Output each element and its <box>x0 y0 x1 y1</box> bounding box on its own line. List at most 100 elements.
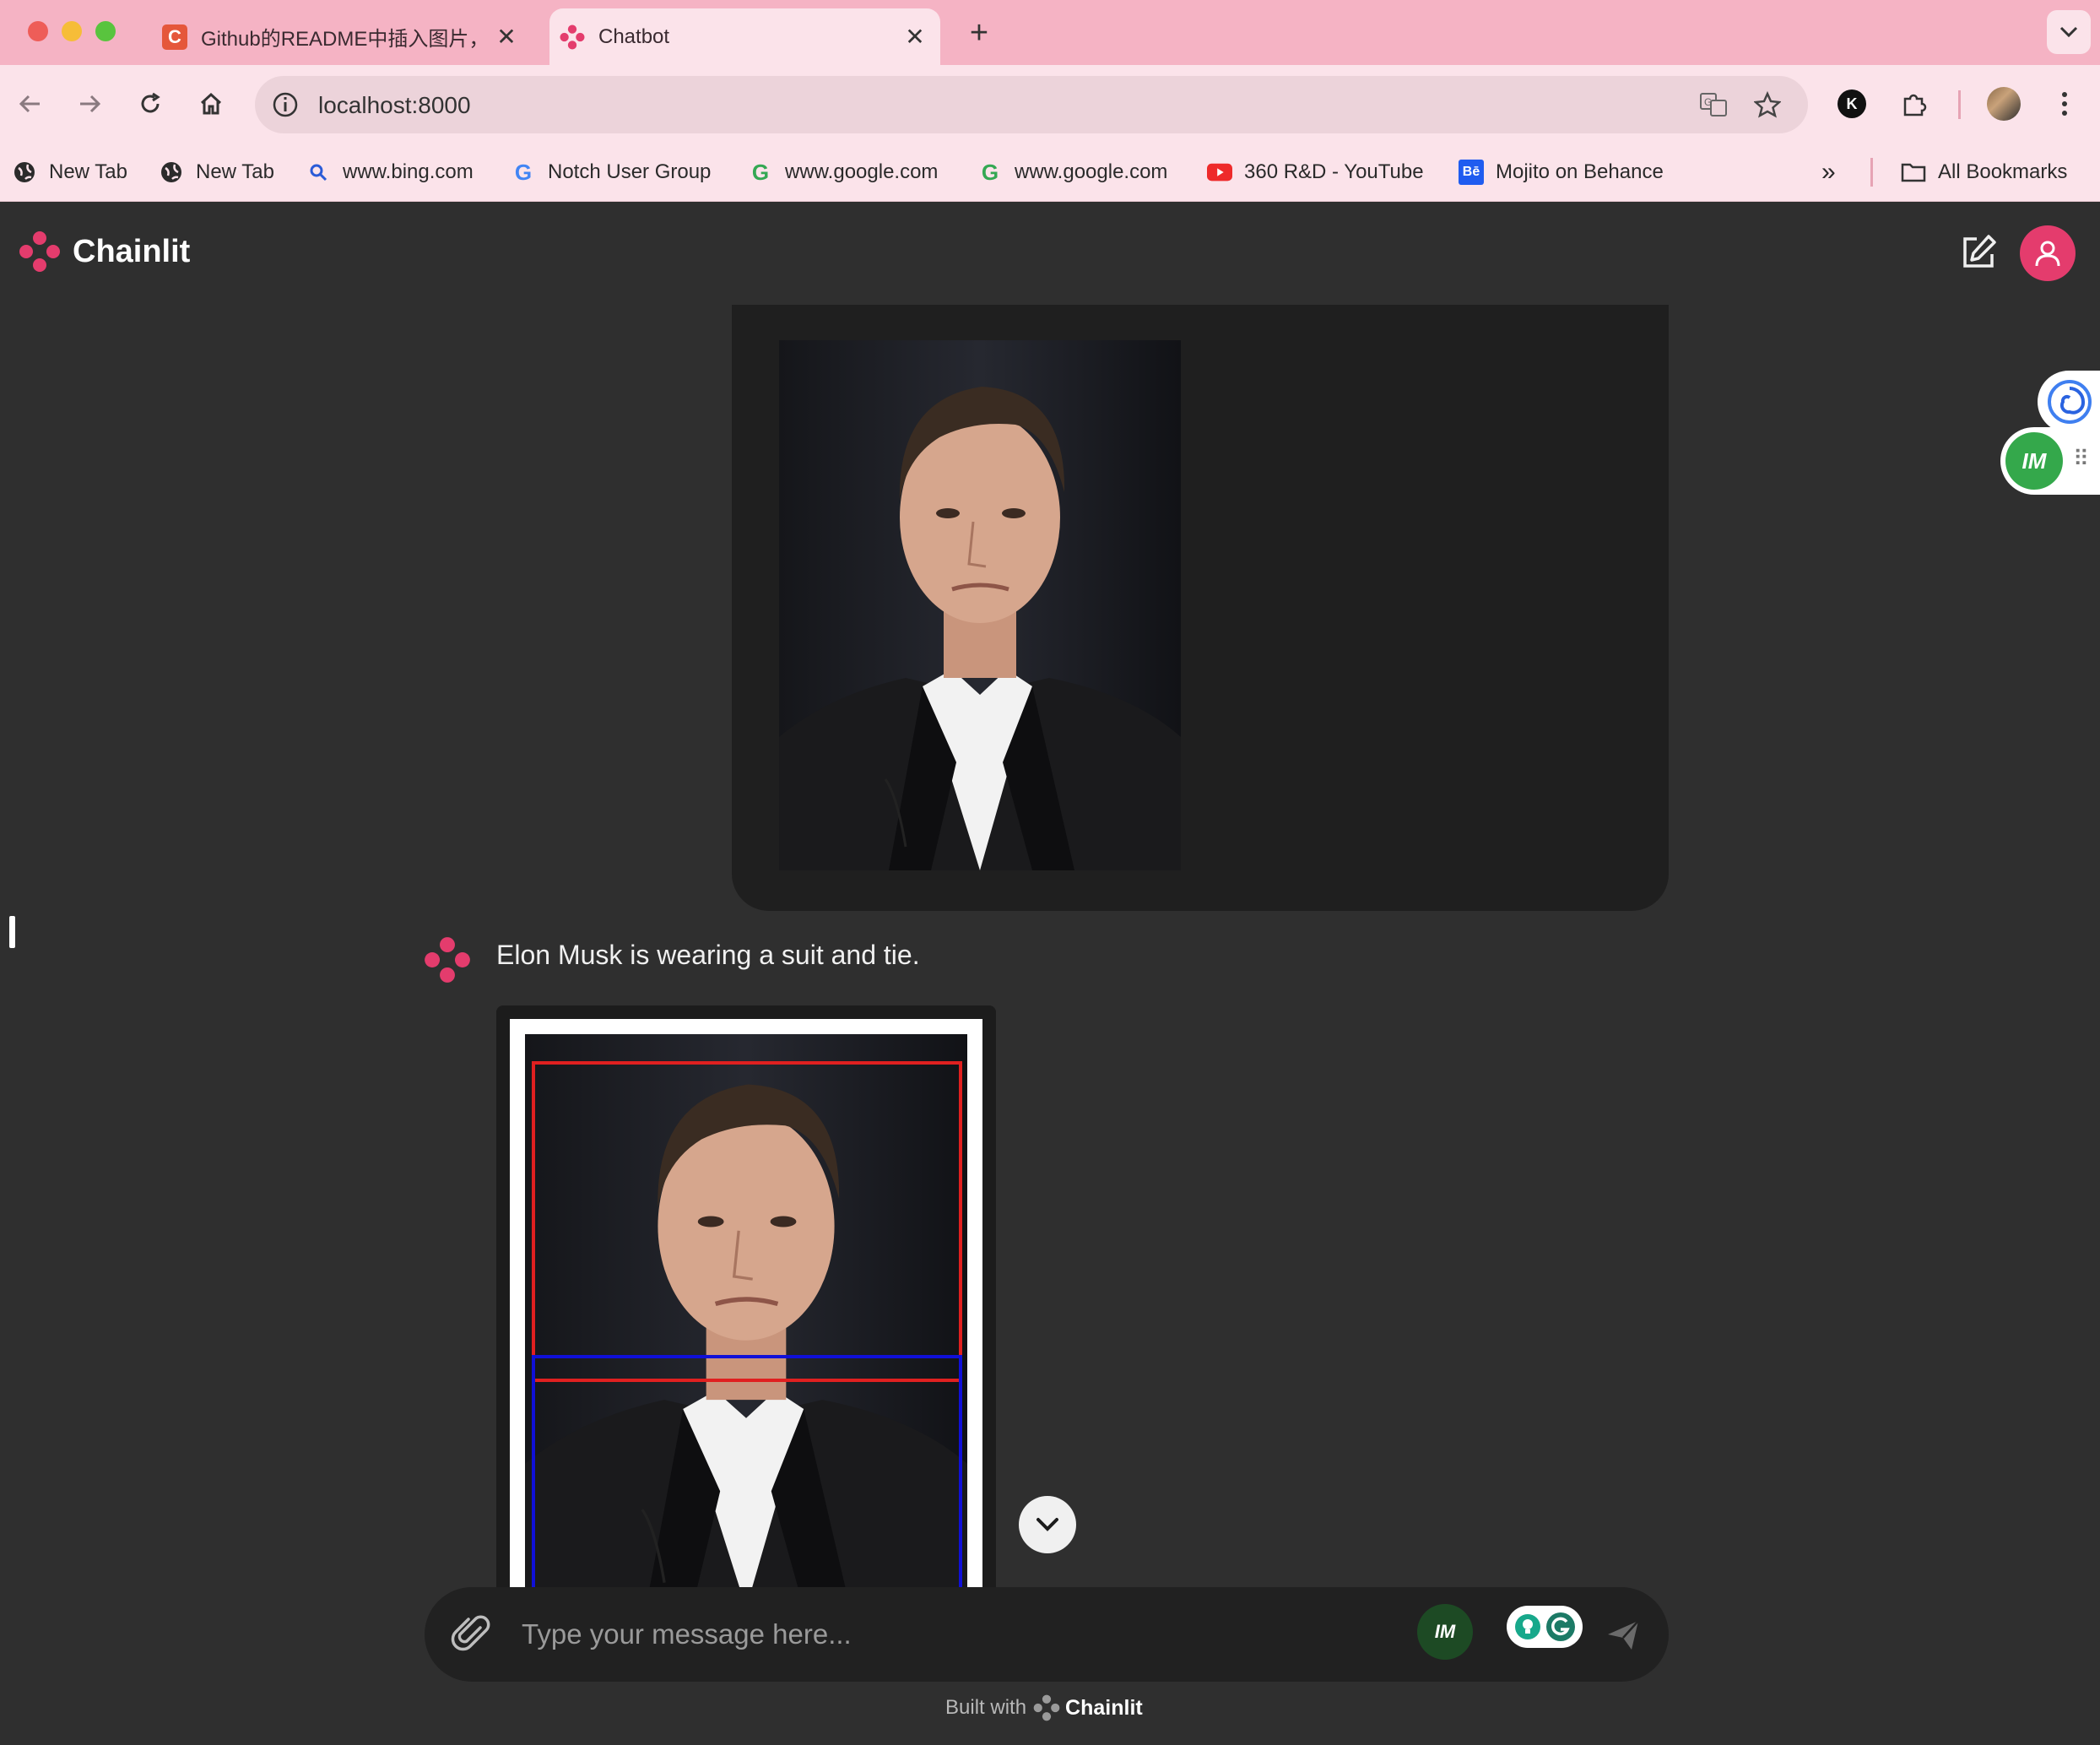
grammarly-icon <box>1545 1612 1575 1641</box>
im-extension-button[interactable]: IM <box>1417 1604 1473 1660</box>
back-button[interactable] <box>8 82 52 126</box>
bookmark-label: www.bing.com <box>343 160 474 183</box>
reload-button[interactable] <box>128 82 172 126</box>
bookmark-label: www.google.com <box>785 160 939 183</box>
arrow-right-icon <box>80 95 101 113</box>
im-side-extension[interactable]: IM ⠿ <box>2000 427 2100 495</box>
bookmark-label: New Tab <box>196 160 274 183</box>
address-bar[interactable]: localhost:8000 G <box>255 76 1808 133</box>
folder-icon <box>1901 160 1926 185</box>
bookmarks-bar: New Tab New Tab www.bing.com G Notch Use… <box>0 143 2100 202</box>
tab-github-readme[interactable]: C Github的README中插入图片， ✕ <box>152 8 532 65</box>
bookmark-youtube[interactable]: 360 R&D - YouTube <box>1207 153 1424 192</box>
bookmark-new-tab[interactable]: New Tab <box>159 153 274 192</box>
chevron-down-icon <box>1036 1518 1058 1531</box>
browser-tab-bar: C Github的README中插入图片， ✕ Chatbot ✕ + <box>0 0 2100 65</box>
arrow-left-icon <box>19 95 40 113</box>
browser-toolbar: localhost:8000 G K <box>0 65 2100 143</box>
annotated-image-card <box>496 1005 996 1596</box>
scroll-to-bottom-button[interactable] <box>1019 1496 1076 1553</box>
home-button[interactable] <box>189 82 233 126</box>
site-info-icon[interactable] <box>270 89 300 120</box>
profile-avatar[interactable] <box>1982 82 2026 126</box>
user-message <box>732 305 1669 911</box>
maximize-window-button[interactable] <box>95 21 116 41</box>
tab-title: Chatbot <box>598 24 670 48</box>
screen: { "browser": { "tabs": [ {"title": "Gith… <box>0 0 2100 1745</box>
double-chevron-right-icon: » <box>1821 158 1836 186</box>
bookmark-behance[interactable]: Bē Mojito on Behance <box>1459 153 1664 192</box>
bookmark-label: Notch User Group <box>548 160 712 183</box>
message-input[interactable] <box>522 1612 1408 1656</box>
suit-bounding-box <box>532 1355 962 1596</box>
annotated-image[interactable] <box>525 1034 967 1596</box>
message-composer: IM <box>425 1587 1669 1682</box>
home-icon <box>200 92 222 115</box>
grammarly-extension-button[interactable] <box>1507 1606 1583 1648</box>
drag-handle-icon[interactable]: ⠿ <box>2073 446 2089 472</box>
extensions-puzzle-icon[interactable] <box>1892 82 1936 126</box>
globe-icon <box>12 160 37 185</box>
bookmark-bing[interactable]: www.bing.com <box>306 153 474 192</box>
globe-icon <box>159 160 184 185</box>
translate-icon[interactable]: G <box>1697 88 1730 122</box>
face-bounding-box <box>532 1061 962 1382</box>
user-account-button[interactable] <box>2020 225 2076 281</box>
chainlit-icon <box>560 24 585 50</box>
bookmark-google[interactable]: G www.google.com <box>977 153 1168 192</box>
google-icon: G <box>751 159 770 185</box>
paperclip-icon[interactable] <box>450 1612 494 1656</box>
assistant-message-text: Elon Musk is wearing a suit and tie. <box>496 940 920 970</box>
extension-k-icon[interactable]: K <box>1830 82 1874 126</box>
all-bookmarks-button[interactable]: All Bookmarks <box>1901 153 2067 192</box>
reload-icon <box>141 92 160 113</box>
browser-menu-button[interactable] <box>2043 82 2086 126</box>
resize-handle[interactable] <box>9 916 15 948</box>
chainlit-logo-icon <box>19 231 60 272</box>
footer-attribution[interactable]: Built with Chainlit <box>945 1694 1143 1721</box>
youtube-icon <box>1207 160 1232 185</box>
close-tab-icon[interactable]: ✕ <box>898 20 932 54</box>
tab-search-button[interactable] <box>2047 10 2091 54</box>
close-window-button[interactable] <box>28 21 48 41</box>
csdn-icon: C <box>162 24 187 50</box>
send-icon[interactable] <box>1603 1614 1643 1655</box>
forward-button[interactable] <box>68 82 111 126</box>
app-name: Chainlit <box>73 233 191 269</box>
assistant-avatar <box>424 936 471 984</box>
footer-brand: Chainlit <box>1065 1695 1143 1720</box>
bookmark-star-icon[interactable] <box>1751 88 1784 122</box>
chainlit-app: Chainlit Elon Musk is wearing a suit and… <box>0 202 2100 1745</box>
toolbar-divider <box>1958 90 1961 119</box>
close-tab-icon[interactable]: ✕ <box>490 20 523 54</box>
edit-icon <box>1963 235 1996 268</box>
user-icon <box>2035 241 2060 267</box>
more-bookmarks-button[interactable]: » <box>1821 153 1836 192</box>
behance-icon: Bē <box>1459 160 1484 185</box>
footer-prefix: Built with <box>945 1696 1027 1719</box>
bookmark-google[interactable]: G www.google.com <box>748 153 939 192</box>
app-logo[interactable]: Chainlit <box>19 230 190 273</box>
im-extension-icon: IM <box>2005 432 2063 490</box>
google-icon: G <box>514 159 533 185</box>
swirl-icon <box>2048 380 2092 424</box>
uploaded-image[interactable] <box>779 340 1181 870</box>
lightbulb-icon <box>1514 1614 1540 1639</box>
new-chat-button[interactable] <box>1958 232 1999 273</box>
bookmark-label: New Tab <box>49 160 127 183</box>
annotated-image-frame <box>510 1019 982 1596</box>
side-extension-button[interactable] <box>2038 371 2100 433</box>
bookmark-notch-user-group[interactable]: G Notch User Group <box>511 153 712 192</box>
im-badge-label: IM <box>2022 447 2047 474</box>
new-tab-button[interactable]: + <box>958 12 1000 54</box>
chevron-down-icon <box>2059 26 2078 38</box>
bookmark-label: www.google.com <box>1015 160 1168 183</box>
bookmark-label: Mojito on Behance <box>1496 160 1664 183</box>
tab-title: Github的README中插入图片， <box>201 28 490 51</box>
tab-chatbot[interactable]: Chatbot ✕ <box>549 8 940 65</box>
bookmark-new-tab[interactable]: New Tab <box>12 153 127 192</box>
minimize-window-button[interactable] <box>62 21 82 41</box>
all-bookmarks-label: All Bookmarks <box>1938 160 2068 183</box>
google-icon: G <box>981 159 999 185</box>
chainlit-logo-icon <box>1033 1694 1060 1721</box>
